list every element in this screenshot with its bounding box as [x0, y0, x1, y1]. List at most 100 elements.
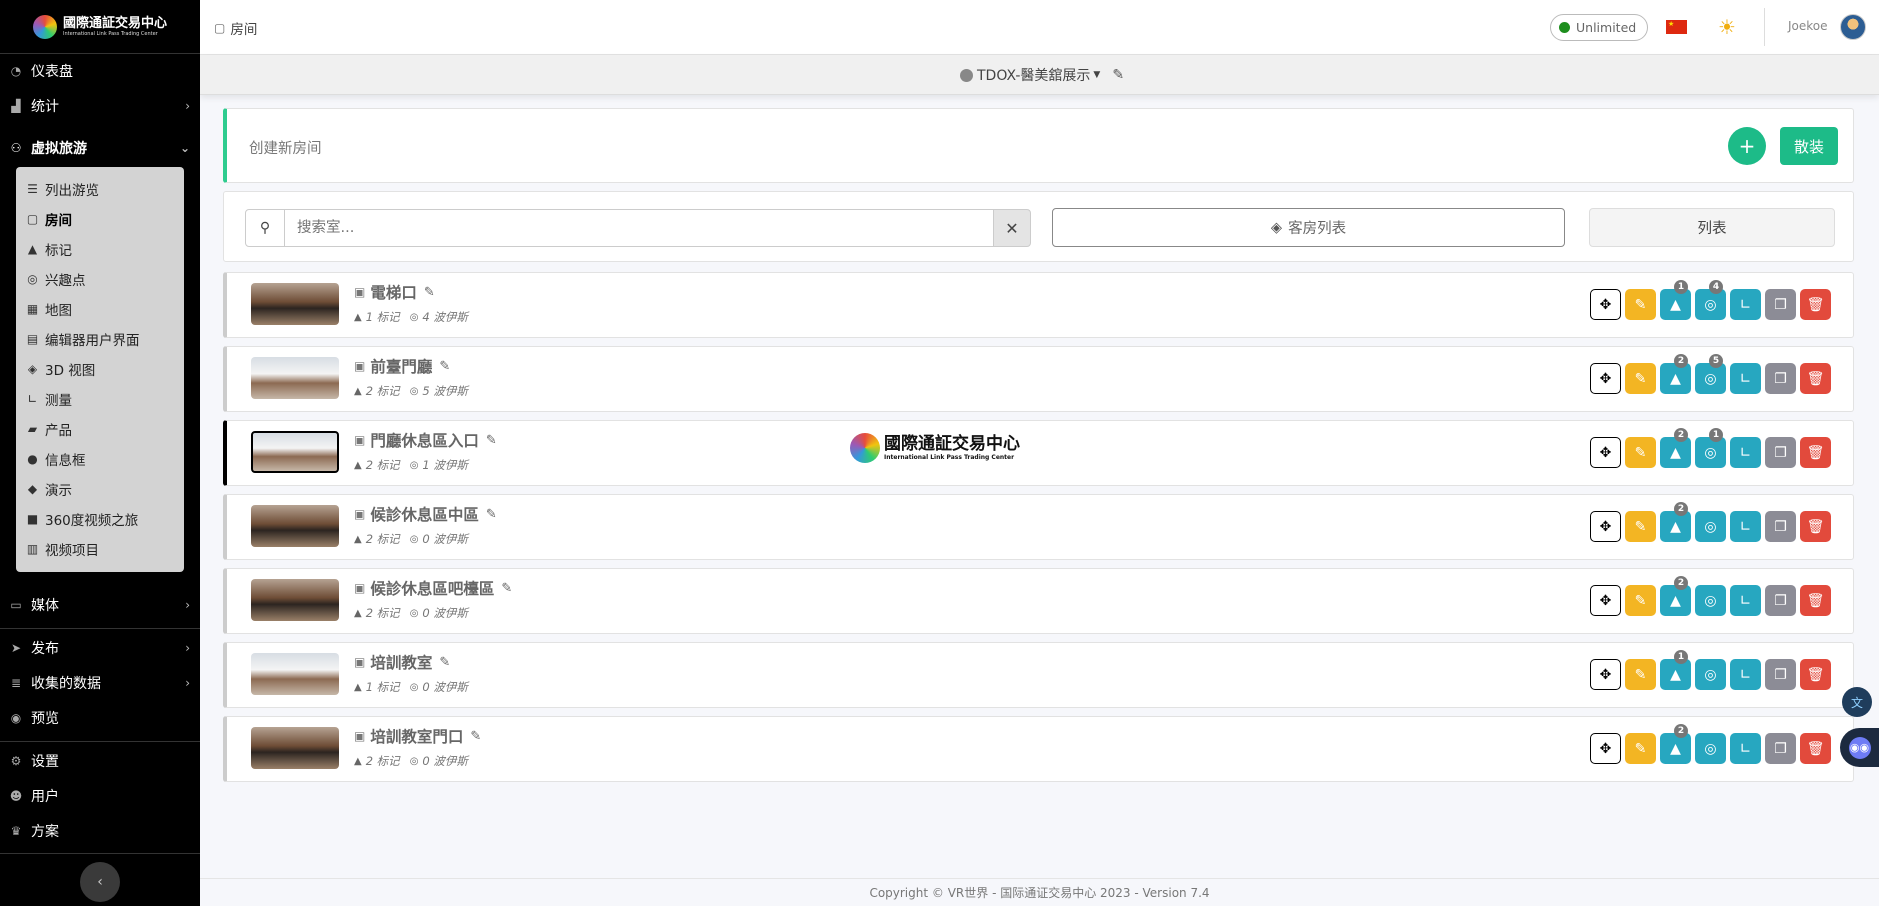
measure-button[interactable]: ∟: [1730, 585, 1761, 616]
sidebar-item-users[interactable]: ☻ 用户: [0, 779, 200, 813]
pencil-icon[interactable]: ✎: [470, 729, 481, 744]
move-button[interactable]: ✥: [1590, 363, 1621, 394]
move-button[interactable]: ✥: [1590, 511, 1621, 542]
clear-search-button[interactable]: ✕: [993, 209, 1031, 247]
submenu-item-info-box[interactable]: ● 信息框: [26, 446, 85, 472]
edit-button[interactable]: ✎: [1625, 437, 1656, 468]
edit-button[interactable]: ✎: [1625, 289, 1656, 320]
room-thumbnail[interactable]: [251, 431, 339, 473]
submenu-item-360-video[interactable]: ■ 360度视频之旅: [26, 506, 138, 532]
room-thumbnail[interactable]: [251, 357, 339, 399]
measure-button[interactable]: ∟: [1730, 511, 1761, 542]
delete-button[interactable]: 🗑: [1800, 437, 1831, 468]
pois-button[interactable]: ◎: [1695, 733, 1726, 764]
pois-button[interactable]: ◎: [1695, 659, 1726, 690]
markers-button[interactable]: ▲ 2: [1660, 502, 1691, 542]
submenu-item-pois[interactable]: ◎ 兴趣点: [26, 266, 85, 292]
pencil-icon[interactable]: ✎: [486, 507, 497, 522]
submenu-item-video-projects[interactable]: ▥ 视频项目: [26, 536, 99, 562]
submenu-item-rooms[interactable]: ▢ 房间: [26, 206, 72, 232]
room-thumbnail[interactable]: [251, 653, 339, 695]
submenu-item-editor-ui[interactable]: ▤ 编辑器用户界面: [26, 326, 140, 352]
move-button[interactable]: ✥: [1590, 733, 1621, 764]
pois-button[interactable]: ◎ 1: [1695, 428, 1726, 468]
room-row[interactable]: ▣ 前臺門廳 ✎ ▲ 2 标记 ◎ 5 波伊斯 ✥ ✎ ▲ 2 ◎ 5 ∟ ❐ 🗑: [223, 346, 1854, 412]
plan-status-badge[interactable]: Unlimited: [1550, 14, 1648, 41]
tour-selector[interactable]: TDOX-醫美舘展示 ▼ ✎: [960, 65, 1124, 85]
edit-button[interactable]: ✎: [1625, 511, 1656, 542]
duplicate-button[interactable]: ❐: [1765, 363, 1796, 394]
submenu-item-list-tours[interactable]: ☰ 列出游览: [26, 176, 99, 202]
duplicate-button[interactable]: ❐: [1765, 289, 1796, 320]
list-view-button[interactable]: 列表: [1589, 208, 1835, 247]
markers-button[interactable]: ▲ 1: [1660, 650, 1691, 690]
sidebar-item-settings[interactable]: ⚙ 设置: [0, 744, 200, 778]
room-row[interactable]: ▣ 培訓教室門口 ✎ ▲ 2 标记 ◎ 0 波伊斯 ✥ ✎ ▲ 2 ◎ ∟ ❐ 🗑: [223, 716, 1854, 782]
pencil-icon[interactable]: ✎: [501, 581, 512, 596]
sidebar-item-publish[interactable]: ➤ 发布 ›: [0, 631, 200, 665]
edit-tour-icon[interactable]: ✎: [1112, 67, 1124, 83]
room-row[interactable]: ▣ 電梯口 ✎ ▲ 1 标记 ◎ 4 波伊斯 ✥ ✎ ▲ 1 ◎ 4 ∟ ❐ 🗑: [223, 272, 1854, 338]
duplicate-button[interactable]: ❐: [1765, 659, 1796, 690]
room-thumbnail[interactable]: [251, 505, 339, 547]
room-list-button[interactable]: ◈ 客房列表: [1052, 208, 1565, 247]
sidebar-item-dashboard[interactable]: ◔ 仪表盘: [0, 54, 200, 88]
room-thumbnail[interactable]: [251, 283, 339, 325]
china-flag-icon[interactable]: ★: [1666, 20, 1687, 34]
room-row[interactable]: ▣ 培訓教室 ✎ ▲ 1 标记 ◎ 0 波伊斯 ✥ ✎ ▲ 1 ◎ ∟ ❐ 🗑: [223, 642, 1854, 708]
markers-button[interactable]: ▲ 2: [1660, 724, 1691, 764]
room-thumbnail[interactable]: [251, 727, 339, 769]
pois-button[interactable]: ◎: [1695, 585, 1726, 616]
edit-button[interactable]: ✎: [1625, 363, 1656, 394]
measure-button[interactable]: ∟: [1730, 289, 1761, 320]
pencil-icon[interactable]: ✎: [424, 285, 435, 300]
delete-button[interactable]: 🗑: [1800, 363, 1831, 394]
sidebar-item-virtual-tour[interactable]: ⚇ 虚拟旅游 ⌄: [0, 131, 200, 165]
move-button[interactable]: ✥: [1590, 659, 1621, 690]
markers-button[interactable]: ▲ 1: [1660, 280, 1691, 320]
sidebar-logo[interactable]: 國際通証交易中心 International Link Pass Trading…: [0, 0, 200, 54]
user-name[interactable]: Joekoe: [1788, 19, 1828, 33]
submenu-item-3d-view[interactable]: ◈ 3D 视图: [26, 356, 95, 382]
duplicate-button[interactable]: ❐: [1765, 437, 1796, 468]
submenu-item-measure[interactable]: ∟ 测量: [26, 386, 72, 412]
room-row[interactable]: ▣ 候診休息區吧檯區 ✎ ▲ 2 标记 ◎ 0 波伊斯 ✥ ✎ ▲ 2 ◎ ∟ ❐ 🗑: [223, 568, 1854, 634]
pencil-icon[interactable]: ✎: [439, 359, 450, 374]
room-row[interactable]: ▣ 門廳休息區入口 ✎ ▲ 2 标记 ◎ 1 波伊斯 ✥ ✎ ▲ 2 ◎ 1 ∟ ❐ 🗑: [223, 420, 1854, 486]
edit-button[interactable]: ✎: [1625, 585, 1656, 616]
delete-button[interactable]: 🗑: [1800, 511, 1831, 542]
search-input[interactable]: [285, 209, 994, 247]
bulk-upload-button[interactable]: 散装: [1780, 127, 1838, 165]
delete-button[interactable]: 🗑: [1800, 659, 1831, 690]
edit-button[interactable]: ✎: [1625, 733, 1656, 764]
submenu-item-presentation[interactable]: ◆ 演示: [26, 476, 72, 502]
add-room-button[interactable]: +: [1728, 127, 1766, 165]
sidebar-collapse-button[interactable]: ‹: [80, 862, 120, 902]
translate-icon[interactable]: 文: [1842, 687, 1872, 717]
submenu-item-markers[interactable]: ▲ 标记: [26, 236, 72, 262]
room-row[interactable]: ▣ 候診休息區中區 ✎ ▲ 2 标记 ◎ 0 波伊斯 ✥ ✎ ▲ 2 ◎ ∟ ❐ 🗑: [223, 494, 1854, 560]
duplicate-button[interactable]: ❐: [1765, 733, 1796, 764]
move-button[interactable]: ✥: [1590, 437, 1621, 468]
move-button[interactable]: ✥: [1590, 289, 1621, 320]
move-button[interactable]: ✥: [1590, 585, 1621, 616]
measure-button[interactable]: ∟: [1730, 437, 1761, 468]
sidebar-item-statistics[interactable]: ▟ 统计 ›: [0, 89, 200, 123]
submenu-item-products[interactable]: ▰ 产品: [26, 416, 72, 442]
pois-button[interactable]: ◎: [1695, 511, 1726, 542]
duplicate-button[interactable]: ❐: [1765, 585, 1796, 616]
delete-button[interactable]: 🗑: [1800, 585, 1831, 616]
markers-button[interactable]: ▲ 2: [1660, 576, 1691, 616]
sidebar-item-media[interactable]: ▭ 媒体 ›: [0, 588, 200, 622]
sidebar-item-preview[interactable]: ◉ 预览: [0, 701, 200, 735]
sidebar-item-collected-data[interactable]: ≣ 收集的数据 ›: [0, 666, 200, 700]
measure-button[interactable]: ∟: [1730, 363, 1761, 394]
pois-button[interactable]: ◎ 4: [1695, 280, 1726, 320]
pencil-icon[interactable]: ✎: [486, 433, 497, 448]
sidebar-item-plans[interactable]: ♛ 方案: [0, 814, 200, 848]
measure-button[interactable]: ∟: [1730, 659, 1761, 690]
pencil-icon[interactable]: ✎: [439, 655, 450, 670]
room-thumbnail[interactable]: [251, 579, 339, 621]
markers-button[interactable]: ▲ 2: [1660, 354, 1691, 394]
duplicate-button[interactable]: ❐: [1765, 511, 1796, 542]
